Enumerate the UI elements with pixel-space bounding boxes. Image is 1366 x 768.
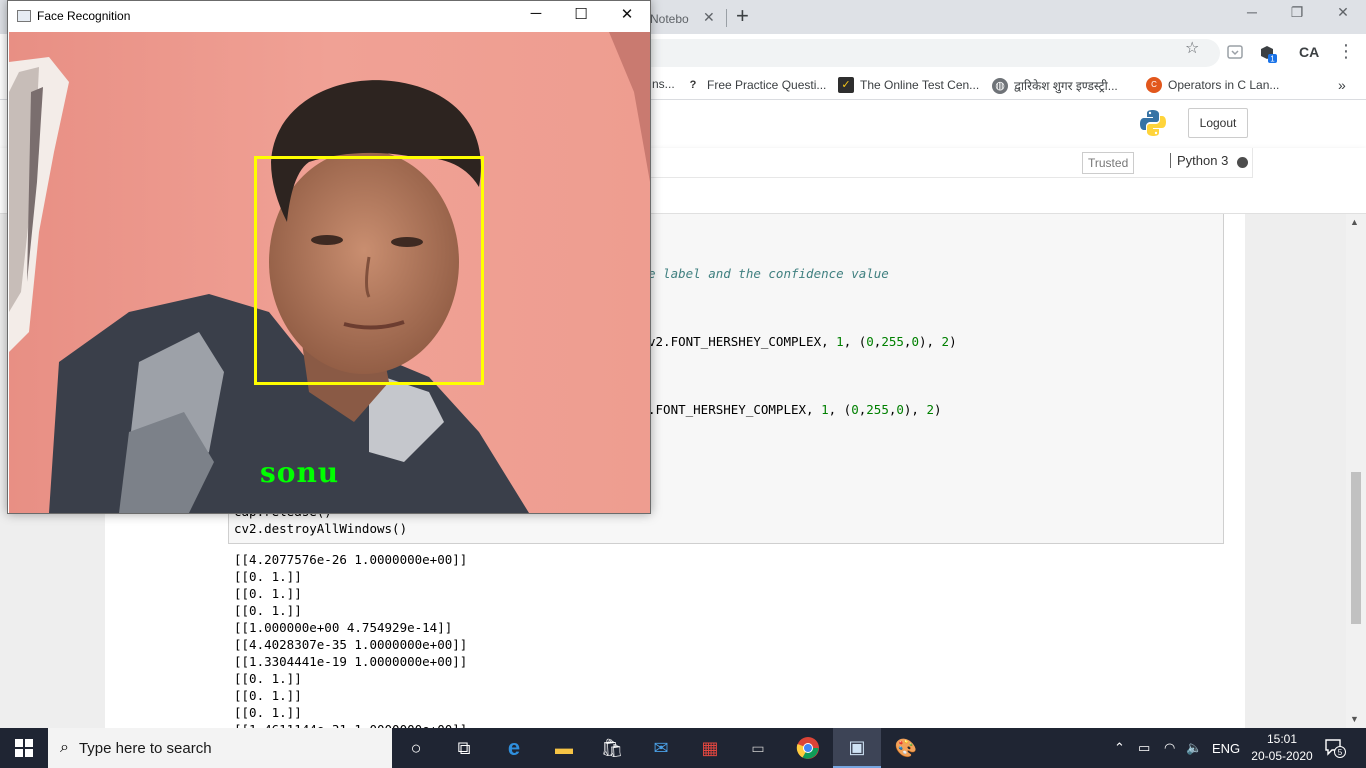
address-bar[interactable] [650,39,1220,67]
c-language-icon: C [1146,77,1162,93]
cube-extension-icon[interactable]: 1 [1258,44,1277,64]
bookmark-item[interactable]: C Operators in C Lan... [1146,77,1279,93]
trusted-indicator[interactable]: Trusted [1082,152,1135,174]
edge-icon[interactable]: e [490,728,538,768]
new-tab-icon[interactable]: + [736,3,749,29]
paint-icon[interactable]: 🎨 [882,728,930,768]
output-line: [[0. 1.]] [234,586,302,601]
toolbar-row [650,148,1253,178]
window-close-icon[interactable]: ✕ [604,5,650,27]
ca-extension-icon[interactable]: CA [1298,44,1324,60]
output-line: [[1.3304441e-19 1.0000000e+00]] [234,654,468,669]
output-line: [[4.4028307e-35 1.0000000e+00]] [234,637,468,652]
taskbar: ⌕ Type here to search ○ ⧉ e ▬ 🛍 ✉ ▦ ▭ ▣ … [0,728,1366,768]
language-indicator[interactable]: ENG [1212,728,1240,768]
window-maximize-icon[interactable]: ☐ [558,5,604,27]
browser-minimize-icon[interactable]: ─ [1229,4,1275,28]
wifi-icon[interactable]: ◠ [1164,728,1175,768]
bookmark-star-icon[interactable]: ☆ [1185,38,1199,58]
clock-time: 15:01 [1266,732,1298,746]
window-titlebar[interactable]: Face Recognition ─ ☐ ✕ [8,1,650,32]
notification-count: 5 [1338,748,1343,757]
code-line-puttext-1: v2.FONT_HERSHEY_COMPLEX, 1, (0,255,0), 2… [648,334,957,349]
globe-icon: ◍ [992,77,1008,94]
window-minimize-icon[interactable]: ─ [513,5,559,27]
start-button[interactable] [0,728,48,768]
camera-feed: sonu [9,32,650,513]
output-line: [[1.000000e+00 4.754929e-14]] [234,620,453,635]
output-line: [[0. 1.]] [234,569,302,584]
store-icon[interactable]: 🛍 [588,728,636,768]
kernel-status-icon [1237,157,1248,168]
bookmark-item[interactable]: ? Free Practice Questi... [685,77,827,93]
python-window-icon[interactable]: ▣ [833,728,881,768]
pocket-extension-icon[interactable] [1226,44,1244,60]
bookmark-item[interactable]: ◍ द्वारिकेश शुगर इण्डस्ट्री... [992,77,1118,94]
notifications-icon[interactable]: 5 [1324,728,1346,768]
output-line: [[0. 1.]] [234,688,302,703]
browser-menu-icon[interactable]: ⋮ [1337,41,1355,62]
tab-title: Notebo [650,12,689,26]
logout-button[interactable]: Logout [1188,108,1248,138]
question-icon: ? [689,79,697,91]
volume-icon[interactable]: 🔈 [1186,728,1202,768]
gift-app-icon[interactable]: ▦ [686,728,734,768]
window-title: Face Recognition [37,9,131,23]
code-line-destroy: cv2.destroyAllWindows() [234,521,408,536]
task-view-icon[interactable]: ⧉ [440,728,488,768]
bookmarks-overflow-icon[interactable]: » [1338,77,1346,93]
clock-date: 20-05-2020 [1251,749,1313,763]
face-detection-box [254,156,484,385]
face-label: sonu [260,456,340,489]
output-line: [[0. 1.]] [234,705,302,720]
browser-restore-icon[interactable]: ❐ [1274,4,1320,28]
window-app-icon [17,10,31,22]
cell-output: [[4.2077576e-26 1.0000000e+00]] [[0. 1.]… [234,551,467,738]
cortana-icon[interactable]: ○ [392,728,440,768]
output-line: [[0. 1.]] [234,671,302,686]
chrome-icon[interactable] [784,728,832,768]
scroll-down-icon[interactable]: ▼ [1350,714,1359,724]
python-logo-icon [1140,110,1166,136]
code-comment-line: e label and the confidence value [648,266,889,281]
scroll-up-icon[interactable]: ▲ [1350,217,1359,227]
extension-badge: 1 [1270,55,1275,64]
bookmark-item[interactable]: ns... [652,77,675,91]
scrollbar-thumb[interactable] [1351,472,1361,624]
taskbar-search[interactable]: ⌕ Type here to search [48,728,392,768]
face-recognition-window[interactable]: Face Recognition ─ ☐ ✕ sonu [7,0,651,514]
bookmark-item[interactable]: ✓ The Online Test Cen... [838,77,979,93]
terminal-icon[interactable]: ▭ [734,728,782,768]
output-line: [[4.2077576e-26 1.0000000e+00]] [234,552,468,567]
search-icon: ⌕ [60,739,69,756]
tab-separator [726,9,727,27]
tab-close-icon[interactable]: ✕ [703,9,715,26]
windows-logo-icon [15,739,33,757]
page-scrollbar[interactable] [1346,214,1366,728]
code-line-puttext-2: .FONT_HERSHEY_COMPLEX, 1, (0,255,0), 2) [648,402,942,417]
battery-icon[interactable]: ▭ [1138,728,1150,768]
mail-icon[interactable]: ✉ [637,728,685,768]
tab-notebook[interactable]: Notebo ✕ [650,4,722,34]
file-explorer-icon[interactable]: ▬ [540,728,588,768]
kernel-name[interactable]: Python 3 [1170,153,1228,168]
svg-text:CA: CA [1299,44,1319,60]
clock[interactable]: 15:01 20-05-2020 [1246,731,1318,765]
browser-close-icon[interactable]: ✕ [1320,4,1366,28]
show-hidden-icons[interactable]: ⌃ [1114,728,1125,768]
output-line: [[0. 1.]] [234,603,302,618]
test-center-icon: ✓ [838,77,854,93]
search-placeholder: Type here to search [78,739,212,757]
